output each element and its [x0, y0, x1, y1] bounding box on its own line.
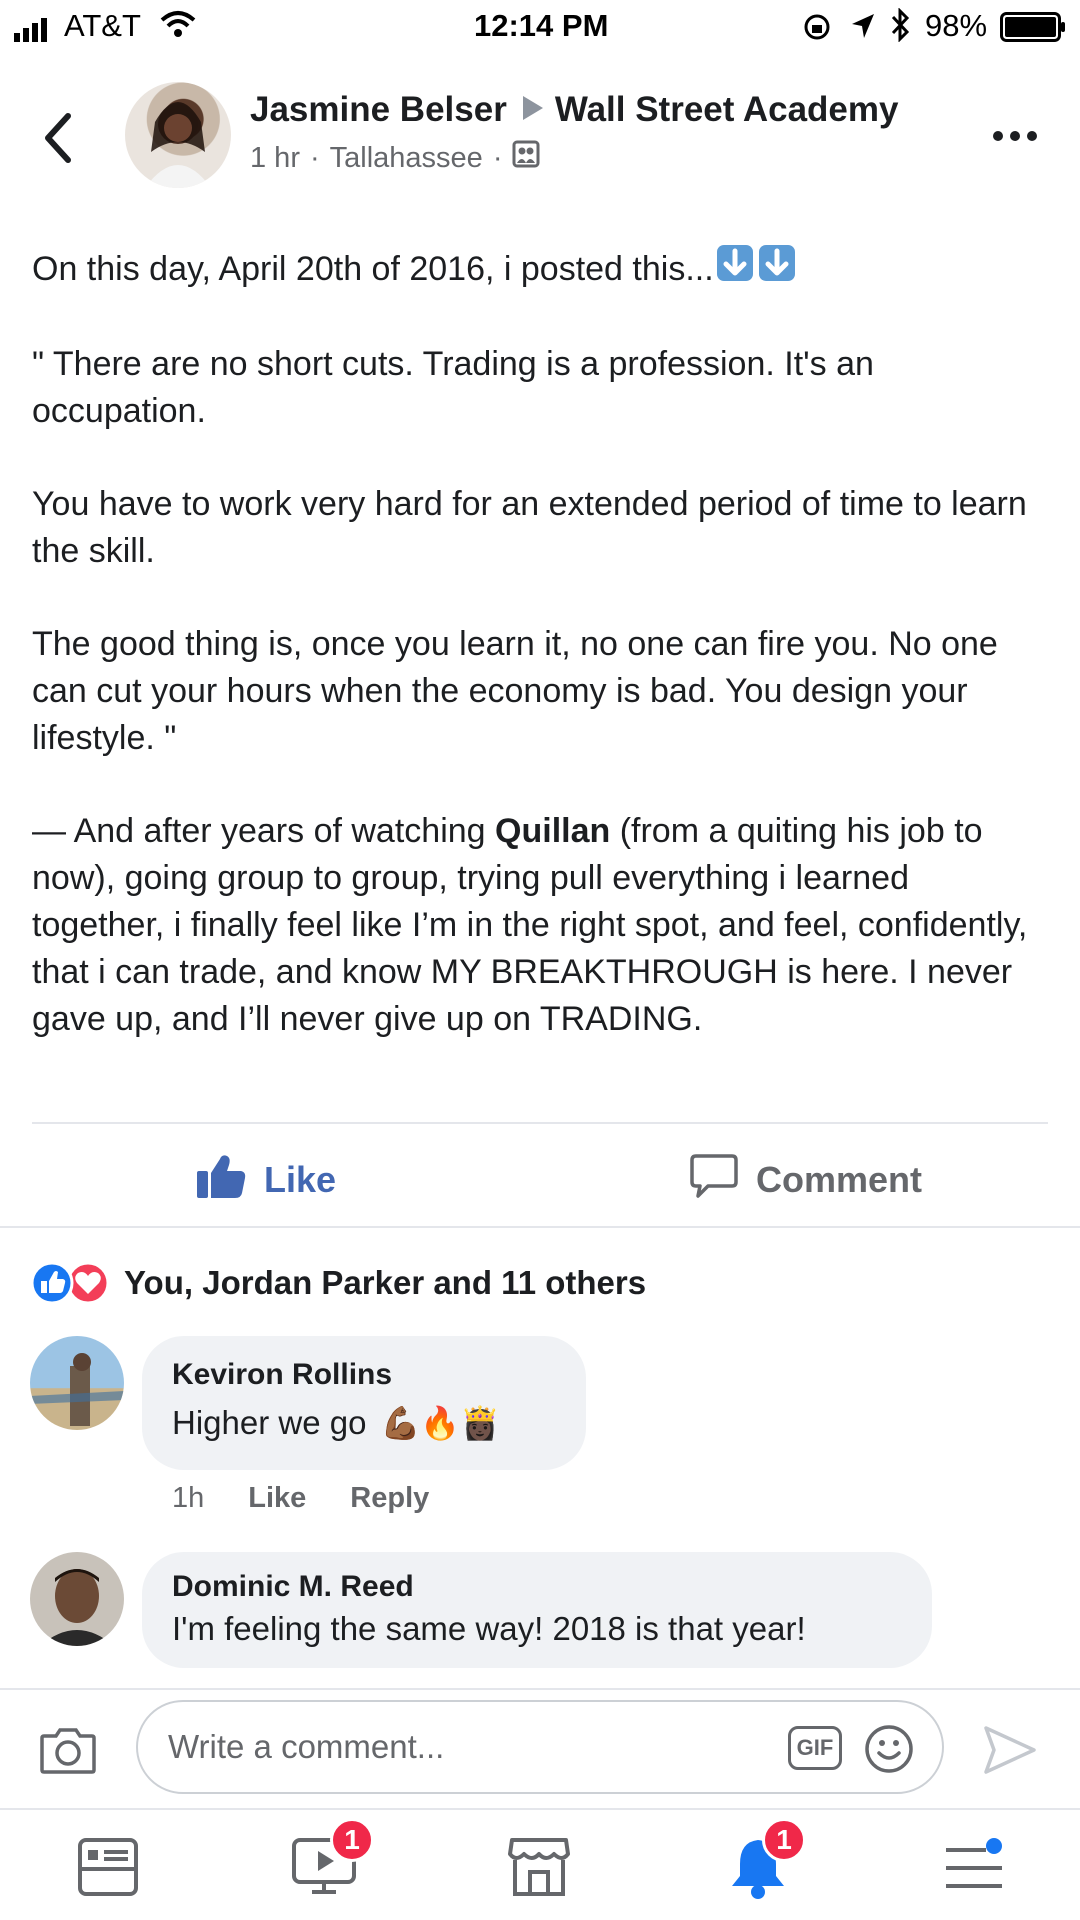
group-audience-icon — [512, 140, 540, 176]
divider — [0, 1226, 1080, 1228]
post-paragraph: " There are no short cuts. Trading is a … — [32, 345, 874, 430]
comment-composer: Write a comment... GIF — [0, 1688, 1080, 1808]
post-body: On this day, April 20th of 2016, i poste… — [32, 244, 1042, 1089]
triangle-arrow-icon — [521, 90, 545, 130]
rotation-lock-icon — [802, 12, 832, 50]
like-reaction-icon — [30, 1261, 74, 1305]
comment-like-button[interactable]: Like — [248, 1482, 306, 1515]
status-bar: AT&T 12:14 PM 98% — [0, 0, 1080, 56]
comment-emojis: 💪🏾🔥👸🏿 — [380, 1405, 500, 1441]
comment-time[interactable]: 1h — [172, 1482, 204, 1515]
battery-icon — [1000, 12, 1066, 50]
wifi-icon — [160, 10, 196, 46]
comment-text: I'm feeling the same way! 2018 is that y… — [172, 1610, 806, 1647]
comment-text-row: Higher we go 💪🏾🔥👸🏿 — [172, 1404, 500, 1442]
commenter-avatar[interactable] — [30, 1552, 124, 1646]
like-button[interactable]: Like — [196, 1150, 336, 1210]
menu-icon[interactable] — [944, 1836, 1006, 1901]
post-paragraph: The good thing is, once you learn it, no… — [32, 625, 998, 757]
group-name[interactable]: Wall Street Academy — [555, 90, 899, 130]
comment-input[interactable]: Write a comment... GIF — [136, 1700, 944, 1794]
camera-icon[interactable] — [40, 1726, 96, 1779]
reactions-text: You, Jordan Parker and 11 others — [124, 1264, 647, 1301]
carrier-label: AT&T — [64, 8, 141, 43]
battery-percent: 98% — [925, 8, 988, 43]
post-intro-paragraph: On this day, April 20th of 2016, i poste… — [32, 244, 1042, 295]
post-time[interactable]: 1 hr — [250, 142, 300, 175]
gif-label: GIF — [796, 1735, 834, 1760]
comment-icon — [690, 1153, 738, 1208]
post-title: Jasmine Belser Wall Street Academy — [250, 90, 898, 130]
thumbs-up-icon — [196, 1153, 246, 1208]
commenter-avatar[interactable] — [30, 1336, 124, 1430]
post-paragraph: — And after years of watching Quillan (f… — [32, 808, 1042, 1043]
emoji-icon[interactable] — [864, 1724, 914, 1779]
comment-label: Comment — [756, 1159, 923, 1200]
author-name[interactable]: Jasmine Belser — [250, 90, 507, 130]
watch-badge: 1 — [330, 1818, 374, 1862]
comment-bubble[interactable]: Dominic M. Reed I'm feeling the same way… — [142, 1552, 932, 1668]
comment-reply-button[interactable]: Reply — [350, 1482, 429, 1515]
signal-icon — [14, 14, 54, 42]
meta-separator: · — [492, 141, 503, 174]
commenter-name[interactable]: Dominic M. Reed — [172, 1570, 414, 1604]
comment-meta: 1h Like Reply — [172, 1482, 429, 1515]
comment-text: Higher we go — [172, 1404, 367, 1441]
reactions-summary[interactable]: You, Jordan Parker and 11 others — [30, 1261, 646, 1305]
mention-link[interactable]: Quillan — [495, 812, 610, 850]
comment-input-placeholder: Write a comment... — [168, 1728, 445, 1765]
notifications-badge: 1 — [762, 1818, 806, 1862]
location-icon — [850, 12, 876, 48]
clock: 12:14 PM — [474, 8, 609, 43]
post-text: — And after years of watching — [32, 812, 496, 850]
bluetooth-icon — [890, 7, 912, 50]
bottom-nav: 1 1 — [0, 1808, 1080, 1920]
post-paragraph: You have to work very hard for an extend… — [32, 485, 1027, 570]
more-options-icon[interactable] — [990, 126, 1040, 146]
meta-separator: · — [309, 141, 320, 174]
back-button[interactable] — [38, 108, 78, 168]
author-avatar[interactable] — [125, 82, 231, 188]
comment-button[interactable]: Comment — [690, 1150, 922, 1210]
post-header: Jasmine Belser Wall Street Academy 1 hr … — [0, 60, 1080, 210]
post-intro-text: On this day, April 20th of 2016, i poste… — [32, 250, 714, 288]
divider — [32, 1122, 1048, 1124]
news-feed-icon[interactable] — [78, 1838, 138, 1901]
comment-bubble[interactable]: Keviron Rollins Higher we go 💪🏾🔥👸🏿 — [142, 1336, 586, 1470]
send-icon[interactable] — [982, 1724, 1038, 1781]
post-meta: 1 hr · Tallahassee · — [250, 140, 540, 176]
gif-button[interactable]: GIF — [788, 1726, 842, 1770]
marketplace-icon[interactable] — [508, 1836, 570, 1903]
commenter-name[interactable]: Keviron Rollins — [172, 1358, 392, 1392]
like-label: Like — [264, 1159, 337, 1200]
post-location[interactable]: Tallahassee — [330, 142, 483, 175]
down-arrow-emoji-icon — [716, 244, 754, 295]
down-arrow-emoji-icon — [758, 244, 796, 295]
